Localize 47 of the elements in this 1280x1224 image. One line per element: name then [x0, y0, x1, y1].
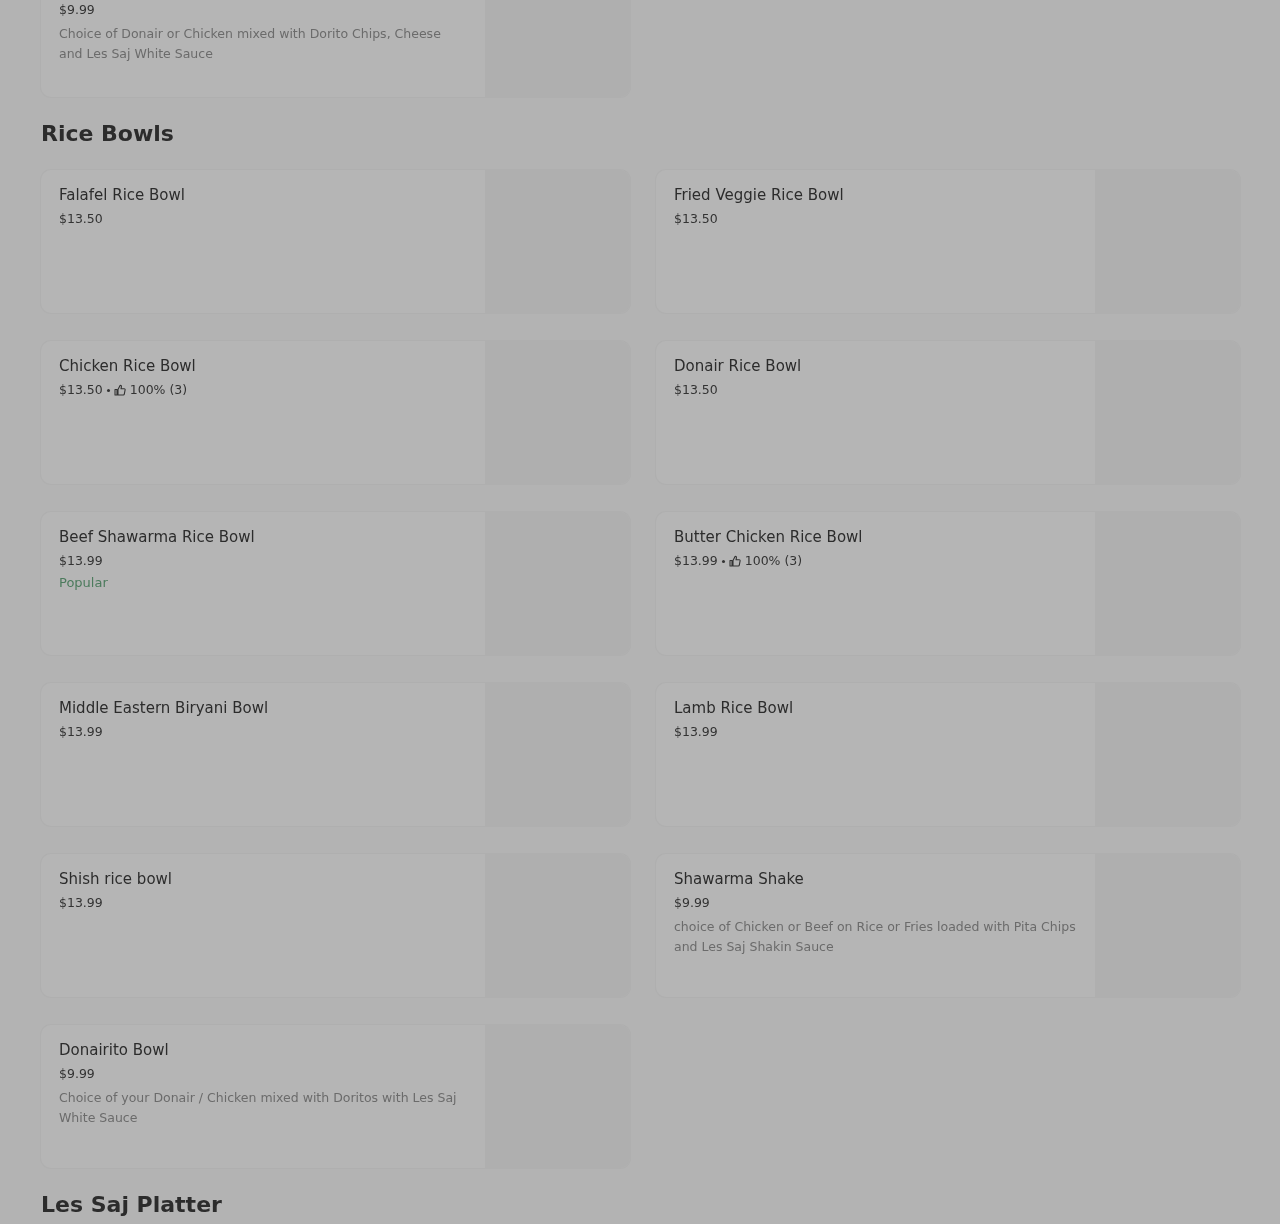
item-price: $13.50: [59, 210, 103, 228]
item-rating: 100% (3): [129, 381, 188, 399]
item-price: $13.99: [674, 552, 718, 570]
item-price: $13.99: [59, 894, 103, 912]
separator-dot: [106, 388, 110, 392]
item-name: Falafel Rice Bowl: [59, 185, 186, 205]
separator-dot: [721, 559, 725, 563]
item-rating: 100% (3): [744, 552, 803, 570]
item-name: Shish rice bowl: [59, 869, 173, 889]
item-name: Fried Veggie Rice Bowl: [674, 185, 845, 205]
item-name: Butter Chicken Rice Bowl: [674, 527, 864, 547]
thumbs-up-icon: [113, 384, 126, 396]
menu-item-card[interactable]: Donair Rice Bowl $13.50: [656, 341, 1240, 484]
item-name: Middle Eastern Biryani Bowl: [59, 698, 270, 718]
item-price: $9.99: [59, 1, 95, 19]
menu-item-card[interactable]: Beef Shawarma Rice Bowl $13.99 Popular: [41, 512, 630, 655]
item-name: Donair Rice Bowl: [674, 356, 803, 376]
item-description: Choice of your Donair / Chicken mixed with Doritos with Les Saj White Sauce: [59, 1089, 458, 1127]
item-name: Shawarma Shake: [674, 869, 805, 889]
item-description: Choice of Donair or Chicken mixed with Dorito Chips, Cheese and Les Saj White Sauce: [59, 25, 442, 63]
item-name: Chicken Rice Bowl: [59, 356, 197, 376]
menu-item-card[interactable]: Shawarma Shake $9.99 choice of Chicken or Beef on Rice or Fries loaded with Pita Chips and Les Saj Shakin Sauce: [656, 854, 1240, 997]
item-price: $13.50: [674, 210, 718, 228]
section-heading: Les Saj Platter: [41, 1191, 223, 1219]
item-price: $13.99: [674, 723, 718, 741]
section-heading: Rice Bowls: [41, 120, 175, 148]
item-price: $13.99: [59, 723, 103, 741]
menu-item-card[interactable]: $9.99 Choice of Donair or Chicken mixed with Dorito Chips, Cheese and Les Saj White Sauce: [41, 0, 630, 97]
menu-item-card[interactable]: Lamb Rice Bowl $13.99: [656, 683, 1240, 826]
menu-item-card[interactable]: Fried Veggie Rice Bowl $13.50: [656, 170, 1240, 313]
item-name: Lamb Rice Bowl: [674, 698, 795, 718]
thumbs-up-icon: [728, 555, 741, 567]
item-name: Beef Shawarma Rice Bowl: [59, 527, 256, 547]
item-price: $13.99: [59, 552, 103, 570]
item-price: $9.99: [59, 1065, 95, 1083]
menu-item-card[interactable]: Shish rice bowl $13.99: [41, 854, 630, 997]
menu-item-card[interactable]: Chicken Rice Bowl $13.50 100% (3): [41, 341, 630, 484]
item-name: Donairito Bowl: [59, 1040, 170, 1060]
item-description: choice of Chicken or Beef on Rice or Fries loaded with Pita Chips and Les Saj Shakin Sauce: [674, 918, 1077, 956]
item-price: $13.50: [674, 381, 718, 399]
menu-item-card[interactable]: Butter Chicken Rice Bowl $13.99 100% (3): [656, 512, 1240, 655]
menu-item-card[interactable]: Middle Eastern Biryani Bowl $13.99: [41, 683, 630, 826]
menu-item-card[interactable]: Donairito Bowl $9.99 Choice of your Donair / Chicken mixed with Doritos with Les Saj White Sauce: [41, 1025, 630, 1168]
popular-label: Popular: [59, 574, 109, 592]
menu-item-card[interactable]: Falafel Rice Bowl $13.50: [41, 170, 630, 313]
item-price: $9.99: [674, 894, 710, 912]
item-price: $13.50: [59, 381, 103, 399]
